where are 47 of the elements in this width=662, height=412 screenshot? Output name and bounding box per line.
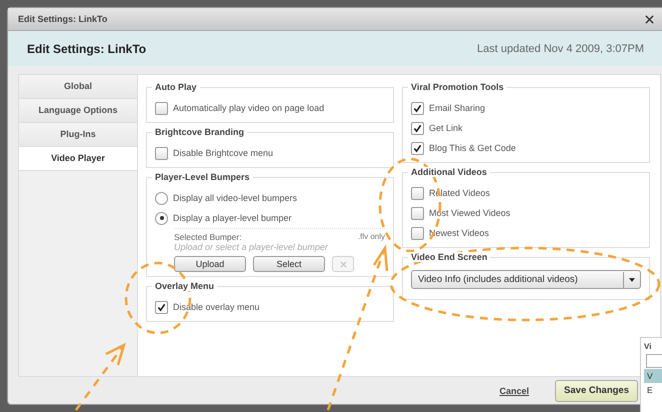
checkbox-label: Newest Videos xyxy=(429,228,489,238)
radio-label: Display all video-level bumpers xyxy=(173,193,298,203)
checkbox[interactable] xyxy=(155,146,168,160)
radio-button[interactable] xyxy=(155,212,168,224)
checkbox-label: Disable Brightcove menu xyxy=(173,148,274,158)
group-title: Brightcove Branding xyxy=(152,127,248,137)
checkbox[interactable] xyxy=(411,102,424,114)
window-title: Edit Settings: LinkTo xyxy=(18,14,108,24)
radio-button[interactable] xyxy=(155,192,168,204)
checkbox[interactable] xyxy=(411,142,424,154)
checkbox[interactable] xyxy=(411,226,424,240)
checkbox-label: Email Sharing xyxy=(429,103,486,113)
checkbox[interactable] xyxy=(155,300,168,314)
bumper-button[interactable]: Upload xyxy=(174,256,246,272)
checkbox[interactable] xyxy=(411,122,424,134)
group-title: Player-Level Bumpers xyxy=(152,172,253,182)
save-changes-button[interactable]: Save Changes xyxy=(555,380,638,402)
end-screen-dropdown[interactable]: Video Info (includes additional videos) xyxy=(411,270,641,289)
group-title: Overlay Menu xyxy=(152,281,218,291)
bumper-button[interactable]: Select xyxy=(253,256,325,272)
checkbox-label: Automatically play video on page load xyxy=(173,103,324,113)
sidebar-tab[interactable]: Video Player xyxy=(19,147,137,171)
checkbox[interactable] xyxy=(155,102,168,114)
group-title: Video End Screen xyxy=(408,252,490,262)
checkbox[interactable] xyxy=(411,186,424,200)
dialog-heading: Edit Settings: LinkTo xyxy=(27,42,146,56)
close-icon[interactable] xyxy=(645,14,654,24)
bumper-label: Selected Bumper: xyxy=(174,232,242,242)
cancel-link[interactable]: Cancel xyxy=(500,386,530,396)
dropdown-option[interactable]: V xyxy=(644,369,662,383)
dropdown-option[interactable]: E xyxy=(644,383,662,397)
annotation-arrow xyxy=(75,342,126,411)
sidebar-tab[interactable]: Plug-Ins xyxy=(19,123,137,147)
last-updated-text: Last updated Nov 4 2009, 3:07PM xyxy=(477,42,644,54)
checkbox[interactable] xyxy=(411,206,424,220)
sidebar-tab[interactable]: Language Options xyxy=(19,99,137,123)
sidebar-tab[interactable]: Global xyxy=(19,75,137,99)
radio-label: Display a player-level bumper xyxy=(173,213,292,223)
panel-title: Vi xyxy=(644,342,652,351)
checkbox-label: Disable overlay menu xyxy=(173,302,260,312)
group-title: Viral Promotion Tools xyxy=(408,82,507,92)
checkbox-label: Get Link xyxy=(429,123,463,133)
close-icon xyxy=(340,260,346,268)
group-title: Auto Play xyxy=(152,82,200,92)
format-note: .flv only xyxy=(358,232,385,242)
group-title: Additional Videos xyxy=(408,167,490,177)
checkbox-label: Blog This & Get Code xyxy=(429,143,516,153)
